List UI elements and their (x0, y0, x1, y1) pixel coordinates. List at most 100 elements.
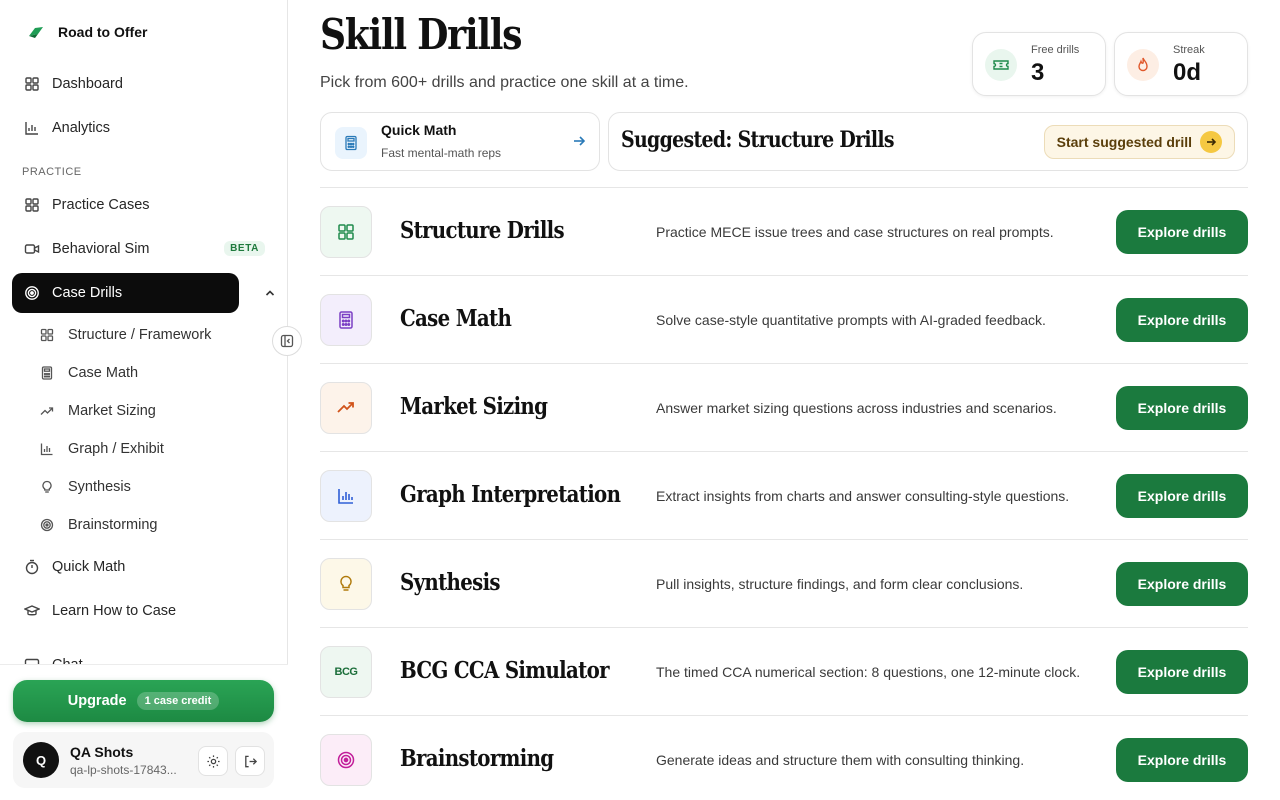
grid-icon (40, 328, 54, 342)
drill-title: Brainstorming (400, 745, 554, 772)
sidebar-item-chat[interactable]: Chat (12, 645, 239, 665)
sidebar-item-label: Behavioral Sim (52, 241, 150, 257)
explore-drills-button[interactable]: Explore drills (1116, 650, 1248, 694)
drill-row: Case Math Solve case-style quantitative p… (320, 275, 1248, 363)
trending-up-icon (40, 404, 54, 418)
video-icon (24, 241, 40, 257)
gear-icon (206, 754, 220, 768)
target-icon (320, 734, 372, 786)
start-suggested-label: Start suggested drill (1056, 134, 1192, 150)
drill-description: Answer market sizing questions across in… (656, 400, 1057, 416)
drill-title: Structure Drills (400, 217, 565, 244)
quick-math-subtitle: Fast mental-math reps (381, 146, 502, 160)
target-icon (40, 518, 54, 532)
sidebar-item-label: Learn How to Case (52, 603, 177, 619)
streak-value: 0d (1173, 59, 1202, 86)
sidebar-item-case-drills[interactable]: Case Drills (12, 273, 239, 313)
drill-title: Synthesis (400, 569, 501, 596)
drill-row: Graph Interpretation Extract insights fro… (320, 451, 1248, 539)
explore-drills-button[interactable]: Explore drills (1116, 386, 1248, 430)
sidebar-item-analytics[interactable]: Analytics (12, 108, 239, 148)
logout-button[interactable] (235, 746, 265, 776)
drill-row: Synthesis Pull insights, structure findin… (320, 539, 1248, 627)
brand-name: Road to Offer (58, 24, 148, 40)
section-label-practice: PRACTICE (22, 166, 82, 178)
free-drills-value: 3 (1031, 59, 1045, 86)
page-subtitle: Pick from 600+ drills and practice one s… (320, 74, 689, 91)
sidebar-item-behavioral-sim[interactable]: Behavioral Sim BETA (12, 229, 265, 269)
ticket-icon (985, 49, 1017, 81)
graduation-cap-icon (24, 603, 40, 619)
free-drills-card: Free drills 3 (972, 32, 1106, 96)
sidebar-subitem-synthesis[interactable]: Synthesis (40, 472, 131, 502)
sidebar-item-label: Case Drills (52, 285, 123, 301)
sidebar-item-dashboard[interactable]: Dashboard (12, 64, 239, 104)
explore-drills-button[interactable]: Explore drills (1116, 298, 1248, 342)
grid-icon (320, 206, 372, 258)
sidebar-subitem-brainstorming[interactable]: Brainstorming (40, 510, 157, 540)
lightbulb-icon (40, 480, 54, 494)
settings-button[interactable] (198, 746, 228, 776)
calculator-icon (40, 366, 54, 380)
sidebar-item-learn[interactable]: Learn How to Case (12, 591, 239, 631)
drill-description: Practice MECE issue trees and case struc… (656, 224, 1054, 240)
start-suggested-drill-button[interactable]: Start suggested drill (1043, 125, 1235, 159)
streak-card: Streak 0d (1114, 32, 1248, 96)
avatar[interactable]: Q (23, 742, 59, 778)
bar-chart-icon (24, 120, 40, 136)
drill-title: Case Math (400, 305, 512, 332)
sidebar-subitem-structure[interactable]: Structure / Framework (40, 320, 211, 350)
sidebar-item-label: Practice Cases (52, 197, 150, 213)
sidebar-subitem-label: Graph / Exhibit (68, 441, 164, 457)
sidebar-item-label: Dashboard (52, 76, 123, 92)
drill-row: BCG BCG CCA Simulator The timed CCA numeri… (320, 627, 1248, 715)
arrow-right-icon (571, 133, 587, 154)
sidebar-subitem-market-sizing[interactable]: Market Sizing (40, 396, 156, 426)
sidebar-subitem-label: Market Sizing (68, 403, 156, 419)
sidebar-item-practice-cases[interactable]: Practice Cases (12, 185, 239, 225)
arrow-right-icon (1200, 131, 1222, 153)
calculator-icon (320, 294, 372, 346)
suggested-card: Suggested: Structure Drills Start sugges… (608, 112, 1248, 171)
lightbulb-icon (320, 558, 372, 610)
explore-drills-button[interactable]: Explore drills (1116, 738, 1248, 782)
sidebar-item-quick-math[interactable]: Quick Math (12, 547, 239, 587)
drill-description: Generate ideas and structure them with c… (656, 752, 1025, 768)
quick-math-title: Quick Math (381, 122, 457, 138)
drill-description: The timed CCA numerical section: 8 quest… (656, 664, 1081, 680)
user-card: Q QA Shots qa-lp-shots-17843... (13, 732, 274, 788)
timer-icon (24, 559, 40, 575)
grid-icon (24, 197, 40, 213)
bcg-logo-icon: BCG (320, 646, 372, 698)
quick-math-card[interactable]: Quick Math Fast mental-math reps (320, 112, 600, 171)
drill-row: Structure Drills Practice MECE issue tree… (320, 187, 1248, 275)
sidebar-item-label: Analytics (52, 120, 111, 136)
drill-description: Solve case-style quantitative prompts wi… (656, 312, 1046, 328)
user-name: QA Shots (70, 744, 134, 760)
sidebar-subitem-graph[interactable]: Graph / Exhibit (40, 434, 164, 464)
explore-drills-button[interactable]: Explore drills (1116, 562, 1248, 606)
chevron-up-icon[interactable] (260, 283, 280, 303)
drill-description: Extract insights from charts and answer … (656, 488, 1070, 504)
streak-label: Streak (1173, 44, 1205, 56)
grid-icon (24, 76, 40, 92)
drill-title: Market Sizing (400, 393, 548, 420)
logout-icon (244, 755, 257, 767)
collapse-sidebar-button[interactable] (272, 326, 302, 356)
drill-title: BCG CCA Simulator (400, 657, 610, 684)
trending-up-icon (320, 382, 372, 434)
sidebar-subitem-case-math[interactable]: Case Math (40, 358, 138, 388)
beta-badge: BETA (224, 241, 265, 256)
brand-logo-icon (29, 27, 43, 38)
explore-drills-button[interactable]: Explore drills (1116, 210, 1248, 254)
drill-row: Market Sizing Answer market sizing questi… (320, 363, 1248, 451)
explore-drills-button[interactable]: Explore drills (1116, 474, 1248, 518)
drill-title: Graph Interpretation (400, 481, 621, 508)
target-icon (24, 285, 40, 301)
brand[interactable]: Road to Offer (26, 22, 147, 42)
free-drills-label: Free drills (1031, 44, 1080, 56)
drill-row: Brainstorming Generate ideas and structur… (320, 715, 1248, 800)
upgrade-button[interactable]: Upgrade 1 case credit (13, 680, 274, 722)
user-email: qa-lp-shots-17843... (70, 763, 177, 777)
flame-icon (1127, 49, 1159, 81)
